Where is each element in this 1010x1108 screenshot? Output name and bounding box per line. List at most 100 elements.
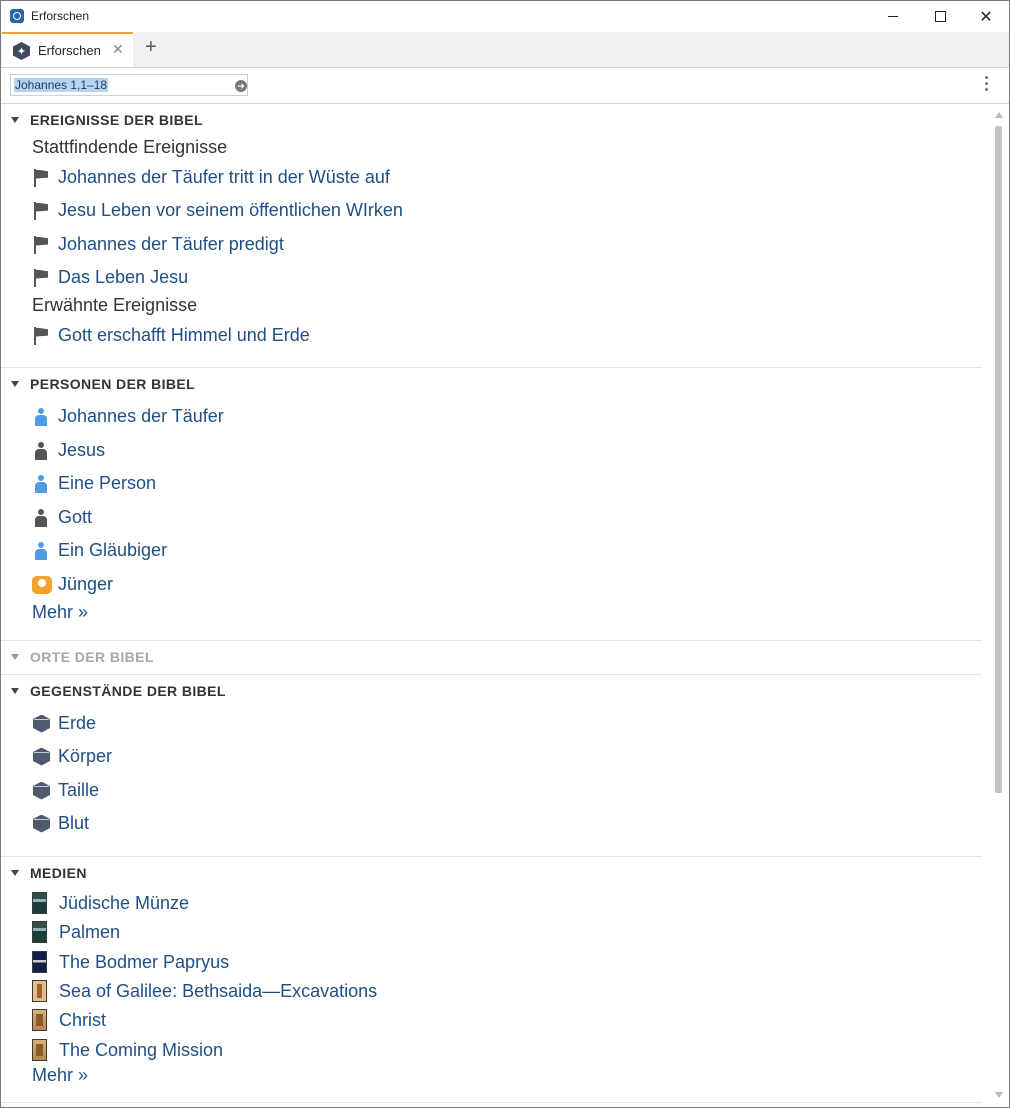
person-link[interactable]: Eine Person <box>32 473 156 494</box>
section-title: PERSONEN DER BIBEL <box>30 376 196 392</box>
media-link[interactable]: Palmen <box>32 921 120 943</box>
event-link[interactable]: Johannes der Täufer tritt in der Wüste a… <box>32 167 390 188</box>
media-label: Sea of Galilee: Bethsaida—Excavations <box>59 980 378 1001</box>
cube-icon <box>32 781 50 801</box>
close-icon: ✕ <box>979 8 993 26</box>
reference-input[interactable]: Johannes 1,1–18 ➜ <box>10 74 248 96</box>
window-title: Erforschen <box>31 9 90 23</box>
section-title: ORTE DER BIBEL <box>30 649 154 665</box>
media-link[interactable]: The Bodmer Papryus <box>32 951 229 973</box>
book-cover-icon <box>32 892 47 914</box>
cube-icon <box>32 814 50 834</box>
section-divider <box>1 1102 982 1103</box>
thing-label: Erde <box>58 713 97 733</box>
book-cover-icon <box>32 951 47 973</box>
section-title: EREIGNISSE DER BIBEL <box>30 112 203 128</box>
person-label: Jesus <box>58 440 106 460</box>
section-title: GEGENSTÄNDE DER BIBEL <box>30 683 226 699</box>
tab-erforschen[interactable]: ✦ Erforschen ✕ <box>2 32 133 67</box>
event-link[interactable]: Das Leben Jesu <box>32 267 188 288</box>
section-things-header[interactable]: GEGENSTÄNDE DER BIBEL <box>11 683 226 699</box>
group-icon <box>32 575 52 595</box>
collapse-caret-icon <box>11 654 19 660</box>
flag-icon <box>32 235 50 255</box>
event-link[interactable]: Johannes der Täufer predigt <box>32 234 284 255</box>
person-icon <box>32 407 50 427</box>
scroll-up-arrow-icon[interactable] <box>995 112 1003 118</box>
section-divider <box>1 674 982 675</box>
person-icon <box>32 474 50 494</box>
maximize-button[interactable] <box>917 1 963 32</box>
maximize-icon <box>934 11 946 22</box>
app-logo-icon <box>10 9 24 23</box>
person-link[interactable]: Jünger <box>32 574 113 595</box>
thing-label: Körper <box>58 746 113 766</box>
flag-icon <box>32 201 50 221</box>
event-link[interactable]: Gott erschafft Himmel und Erde <box>32 325 310 346</box>
person-label: Gott <box>58 507 93 527</box>
person-label: Eine Person <box>58 473 157 493</box>
section-divider <box>1 640 982 641</box>
thing-link[interactable]: Körper <box>32 746 112 767</box>
person-link[interactable]: Johannes der Täufer <box>32 406 224 427</box>
scroll-thumb[interactable] <box>995 126 1002 793</box>
tab-close-icon[interactable]: ✕ <box>112 41 124 58</box>
person-link[interactable]: Gott <box>32 507 92 528</box>
event-label: Jesu Leben vor seinem öffentlichen WIrke… <box>58 200 403 220</box>
section-people-header[interactable]: PERSONEN DER BIBEL <box>11 376 195 392</box>
book-cover-icon <box>32 1039 47 1061</box>
go-arrow-icon[interactable]: ➜ <box>235 80 247 92</box>
section-divider <box>1 856 982 857</box>
flag-icon <box>32 268 50 288</box>
media-link[interactable]: The Coming Mission <box>32 1039 223 1061</box>
event-label: Johannes der Täufer tritt in der Wüste a… <box>58 167 390 187</box>
vertical-scrollbar[interactable] <box>990 104 1009 1107</box>
media-more-link[interactable]: Mehr » <box>32 1065 88 1086</box>
section-events-header[interactable]: EREIGNISSE DER BIBEL <box>11 112 203 128</box>
media-link[interactable]: Jüdische Münze <box>32 892 189 914</box>
section-divider <box>1 367 982 368</box>
event-label: Das Leben Jesu <box>58 267 189 287</box>
cube-icon <box>32 714 50 734</box>
thing-link[interactable]: Erde <box>32 713 96 734</box>
subheading-happening: Stattfindende Ereignisse <box>32 137 228 157</box>
more-options-icon[interactable] <box>985 76 989 94</box>
person-icon <box>32 441 50 461</box>
person-label: Jünger <box>58 574 114 594</box>
add-tab-button[interactable]: + <box>145 36 157 59</box>
person-icon <box>32 508 50 528</box>
collapse-caret-icon <box>11 117 19 123</box>
person-link[interactable]: Jesus <box>32 440 105 461</box>
section-places-header[interactable]: ORTE DER BIBEL <box>11 649 154 665</box>
media-link[interactable]: Sea of Galilee: Bethsaida—Excavations <box>32 980 377 1002</box>
tab-label: Erforschen <box>38 43 101 58</box>
person-link[interactable]: Ein Gläubiger <box>32 540 167 561</box>
media-label: Palmen <box>59 921 121 942</box>
explore-window: Erforschen ✕ ✦ Erforschen ✕ + Johannes 1… <box>0 0 1010 1108</box>
explore-content: EREIGNISSE DER BIBEL Stattfindende Ereig… <box>1 104 986 1107</box>
scroll-down-arrow-icon[interactable] <box>995 1092 1003 1098</box>
explore-icon: ✦ <box>13 42 30 60</box>
event-label: Gott erschafft Himmel und Erde <box>58 325 310 345</box>
person-label: Johannes der Täufer <box>58 406 224 426</box>
media-link[interactable]: Christ <box>32 1009 106 1031</box>
reference-toolbar: Johannes 1,1–18 ➜ <box>1 68 1009 104</box>
people-more-link[interactable]: Mehr » <box>32 602 88 623</box>
collapse-caret-icon <box>11 688 19 694</box>
thing-link[interactable]: Blut <box>32 813 89 834</box>
book-cover-icon <box>32 980 47 1002</box>
collapse-caret-icon <box>11 870 19 876</box>
flag-icon <box>32 326 50 346</box>
collapse-caret-icon <box>11 381 19 387</box>
close-window-button[interactable]: ✕ <box>963 1 1009 32</box>
person-label: Ein Gläubiger <box>58 540 168 560</box>
tab-bar: ✦ Erforschen ✕ + <box>1 32 1009 68</box>
event-link[interactable]: Jesu Leben vor seinem öffentlichen WIrke… <box>32 200 403 221</box>
thing-link[interactable]: Taille <box>32 780 99 801</box>
title-bar: Erforschen ✕ <box>1 1 1009 32</box>
section-media-header[interactable]: MEDIEN <box>11 865 87 881</box>
person-icon <box>32 541 50 561</box>
event-label: Johannes der Täufer predigt <box>58 234 284 254</box>
media-label: The Bodmer Papryus <box>59 951 230 972</box>
minimize-button[interactable] <box>870 1 916 32</box>
